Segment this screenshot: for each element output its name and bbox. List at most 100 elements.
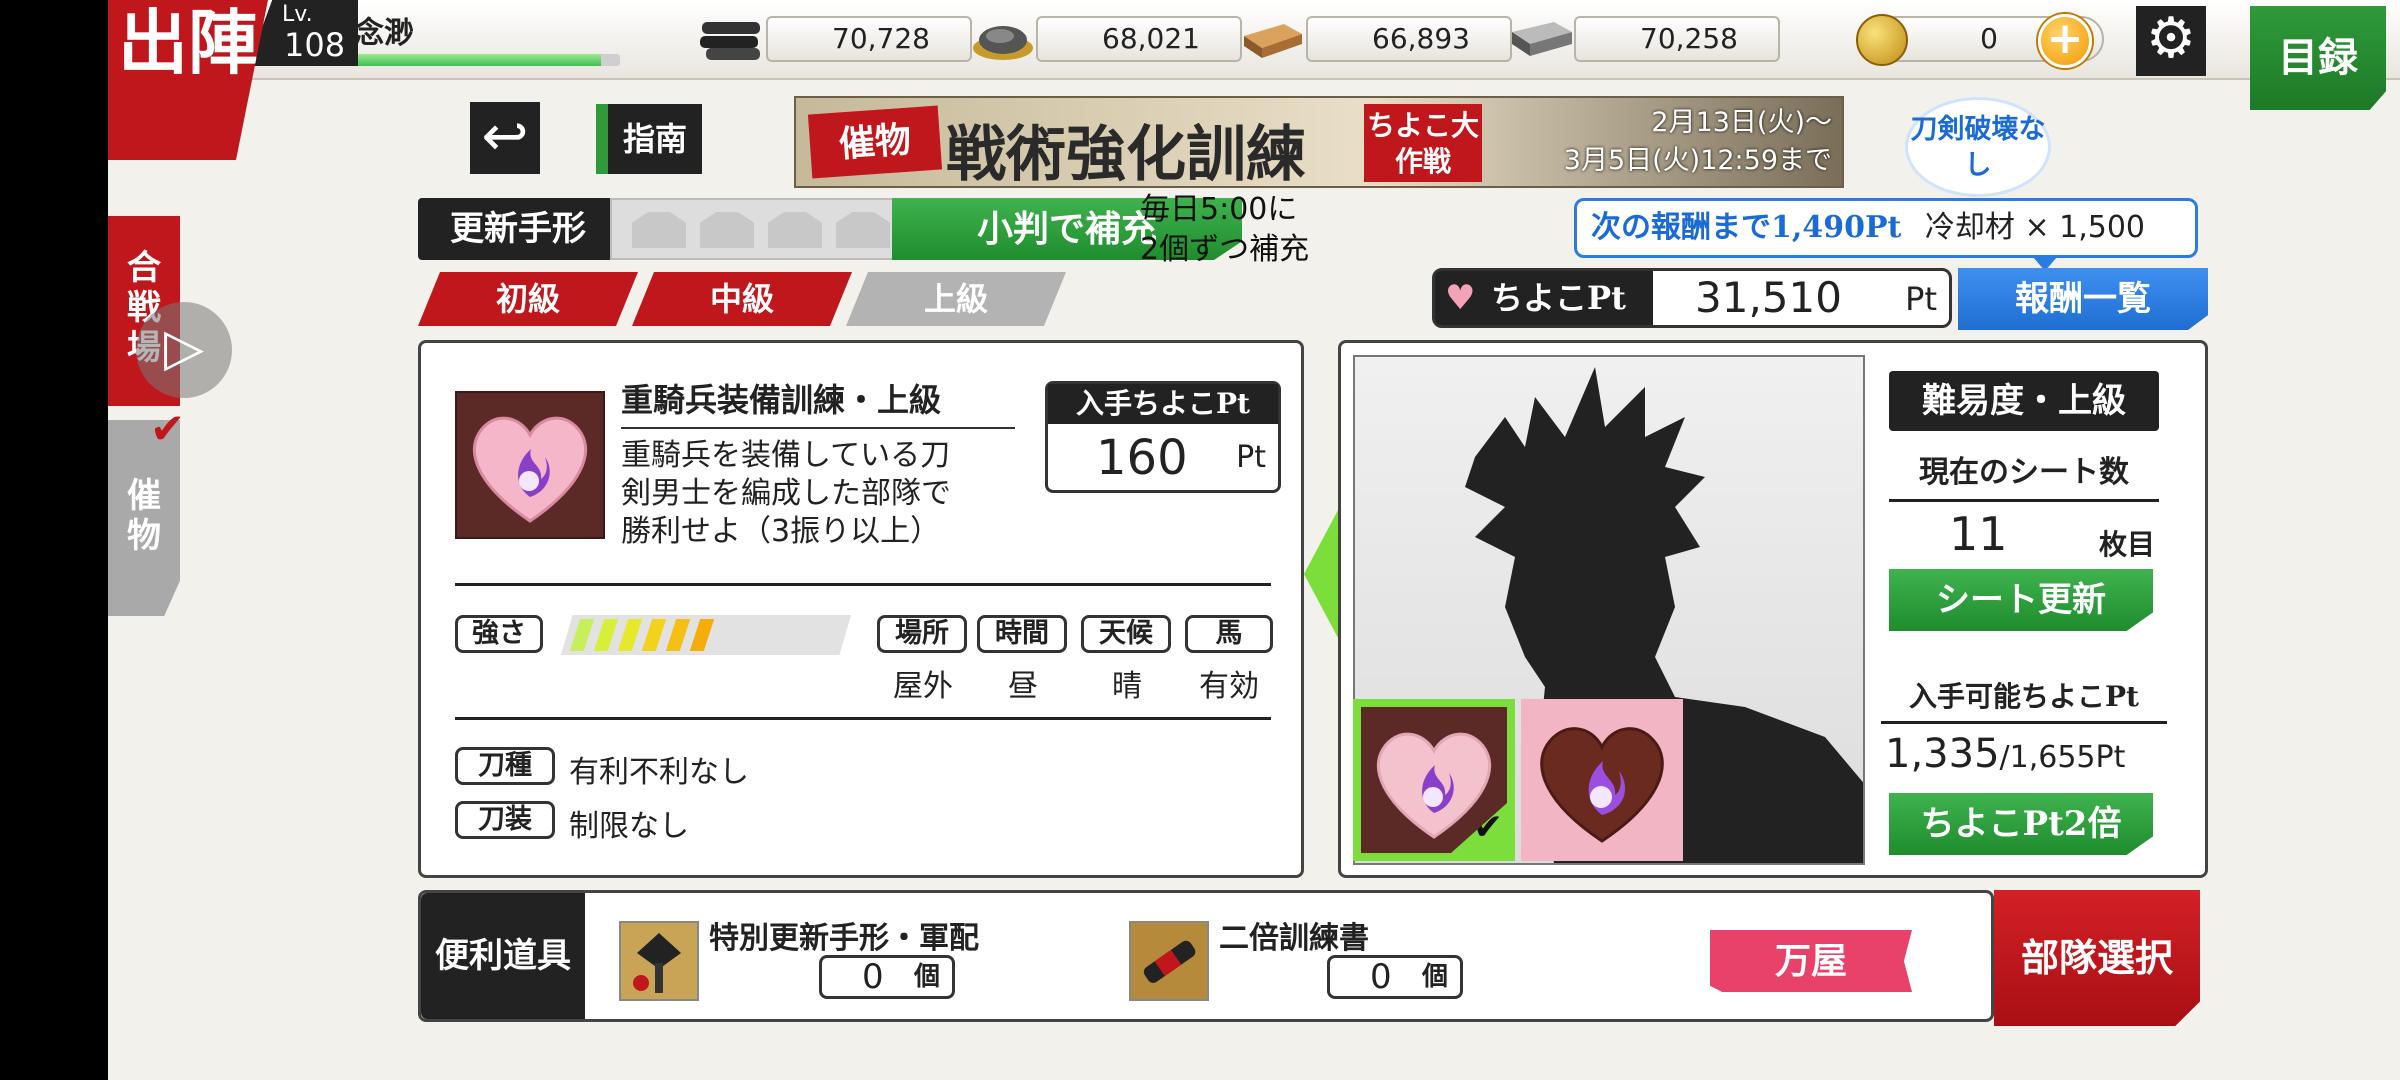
condition-location-label: 場所 [877, 615, 967, 653]
ticket-icon [632, 212, 686, 248]
strength-segment [641, 619, 667, 651]
mission-title: 重騎兵装備訓練・上級 [621, 375, 1015, 429]
refresh-tickets [610, 198, 900, 260]
sheet-heart-chocolate[interactable] [1521, 699, 1683, 861]
mission-desc-line1: 重騎兵を装備している刀 [621, 438, 951, 473]
condition-weather-value: 晴 [1112, 669, 1142, 704]
tool-count-value: 0 [862, 957, 884, 997]
mission-panel: 重騎兵装備訓練・上級 重騎兵を装備している刀 剣男士を編成した部隊で 勝利せよ（… [418, 340, 1304, 878]
refill-note-line1: 毎日5:00に [1140, 192, 1298, 227]
available-points-label: 入手可能ちよこPt [1881, 675, 2167, 724]
strength-segment [617, 619, 643, 651]
available-points-total: /1,655Pt [1999, 740, 2126, 775]
obtain-points-unit: Pt [1236, 440, 1266, 475]
charcoal-count: 70,728 [766, 16, 972, 62]
next-reward-item: 冷却材 × 1,500 [1924, 210, 2145, 245]
ticket-icon [700, 212, 754, 248]
chocolate-points-box: ちよこPt ♥ 31,510 Pt [1432, 268, 1952, 328]
condition-horse-label: 馬 [1185, 615, 1273, 653]
sheet-heart-selected[interactable]: ✔ [1353, 699, 1515, 861]
next-reward-box: 次の報酬まで1,490Pt 冷却材 × 1,500 [1574, 198, 2198, 271]
scroll-icon [1129, 921, 1209, 1001]
refresh-ticket-label: 更新手形 [418, 198, 618, 260]
play-icon[interactable]: ▷ [136, 302, 232, 398]
chocolate-heart-icon [455, 391, 605, 539]
available-points-value: 1,335 [1885, 731, 2000, 777]
event-start: 2月13日(火)〜 [1651, 107, 1832, 138]
reward-list-button[interactable]: 報酬一覧 [1958, 268, 2208, 330]
player-name: 念渺 [354, 16, 414, 51]
tool-name-double-training: 二倍訓練書 [1219, 921, 1369, 956]
war-fan-ticket-icon [619, 921, 699, 1001]
back-button[interactable]: ↩ [470, 102, 540, 174]
select-squad-button[interactable]: 部隊選択 [1994, 890, 2200, 1026]
koban-icon [1856, 14, 1908, 66]
condition-weather-label: 天候 [1081, 615, 1171, 653]
tool-count-unit: 個 [913, 962, 940, 992]
sortie-button[interactable]: 出陣 [108, 0, 268, 160]
guide-button[interactable]: 指南 [596, 104, 702, 174]
tab-beginner[interactable]: 初級 [418, 272, 638, 326]
condition-time-label: 時間 [977, 615, 1067, 653]
event-end: 3月5日(火)12:59まで [1563, 145, 1832, 176]
condition-horse-value: 有効 [1199, 669, 1259, 704]
game-screen: 出陣 Lv. 108 念渺 70,728 68,021 66,893 70,25… [108, 0, 2400, 1080]
difficulty-header: 難易度・上級 [1889, 371, 2159, 431]
tool-count-war-fan: 0 個 [819, 955, 955, 999]
divider [455, 717, 1271, 720]
exp-bar [348, 54, 620, 66]
exp-bar-fill [348, 54, 601, 66]
tools-label: 便利道具 [421, 893, 585, 1019]
renew-sheet-button[interactable]: シート更新 [1889, 569, 2153, 631]
whetstone-count: 70,258 [1574, 16, 1780, 62]
steel-count: 68,021 [1036, 16, 1242, 62]
strength-segment [593, 619, 619, 651]
strength-segment [569, 619, 595, 651]
mission-desc-line2: 剣男士を編成した部隊で [621, 476, 951, 511]
condition-location-value: 屋外 [893, 669, 953, 704]
event-banner: 催物 戦術強化訓練 ちよこ大作戦 2月13日(火)〜 3月5日(火)12:59ま… [794, 96, 1844, 188]
sheet-count-value: 11 [1949, 507, 2008, 561]
banner-subtitle: ちよこ大作戦 [1364, 104, 1482, 182]
gear-icon[interactable]: ⚙ [2136, 6, 2206, 76]
mission-desc-line3: 勝利せよ（3振り以上） [621, 514, 941, 549]
coolant-count: 66,893 [1306, 16, 1512, 62]
shop-button[interactable]: 万屋 [1710, 930, 1912, 992]
strength-label: 強さ [455, 615, 543, 653]
level-value: 108 [284, 26, 346, 64]
tool-count-value: 0 [1370, 957, 1392, 997]
sword-type-label: 刀種 [455, 747, 555, 785]
tool-name-war-fan: 特別更新手形・軍配 [709, 921, 979, 956]
double-points-button[interactable]: ちよこPt2倍 [1889, 793, 2153, 855]
add-koban-button[interactable]: + [2038, 14, 2092, 68]
tab-advanced[interactable]: 上級 [846, 272, 1066, 326]
event-period: 2月13日(火)〜 3月5日(火)12:59まで [1512, 104, 1832, 180]
steel-icon [970, 14, 1036, 64]
no-break-badge: 刀剣破壊なし [1908, 100, 2048, 194]
strength-segment [689, 619, 715, 651]
ticket-icon [768, 212, 822, 248]
available-points: 1,335/1,655Pt [1885, 731, 2125, 777]
tab-intermediate[interactable]: 中級 [632, 272, 852, 326]
charcoal-icon [698, 14, 764, 64]
tool-count-double-training: 0 個 [1327, 955, 1463, 999]
sheet-panel: ✔ 難易度・上級 現在のシート数 11 枚目 シート更新 入手可能ちよこPt 1… [1338, 340, 2208, 878]
checkmark-icon: ✔ [150, 404, 186, 453]
tool-count-unit: 個 [1421, 962, 1448, 992]
obtain-points-label: 入手ちよこPt [1048, 384, 1278, 424]
whetstone-icon [1508, 14, 1574, 64]
sheet-count-label: 現在のシート数 [1889, 447, 2159, 502]
equipment-label: 刀装 [455, 801, 555, 839]
heart-icon: ♥ [1445, 278, 1476, 318]
strength-segment [665, 619, 691, 651]
obtain-points-value: 160 [1096, 430, 1188, 486]
chocolate-points-unit: Pt [1905, 280, 1937, 318]
chocolate-points-value: 31,510 [1695, 273, 1842, 322]
catalog-button[interactable]: 目録 [2250, 6, 2386, 110]
coolant-icon [1240, 14, 1306, 64]
obtain-points-box: 入手ちよこPt 160 Pt [1045, 381, 1281, 493]
strength-meter [561, 615, 851, 655]
sword-type-value: 有利不利なし [569, 755, 749, 790]
condition-time-value: 昼 [1008, 669, 1038, 704]
equipment-value: 制限なし [569, 809, 689, 844]
